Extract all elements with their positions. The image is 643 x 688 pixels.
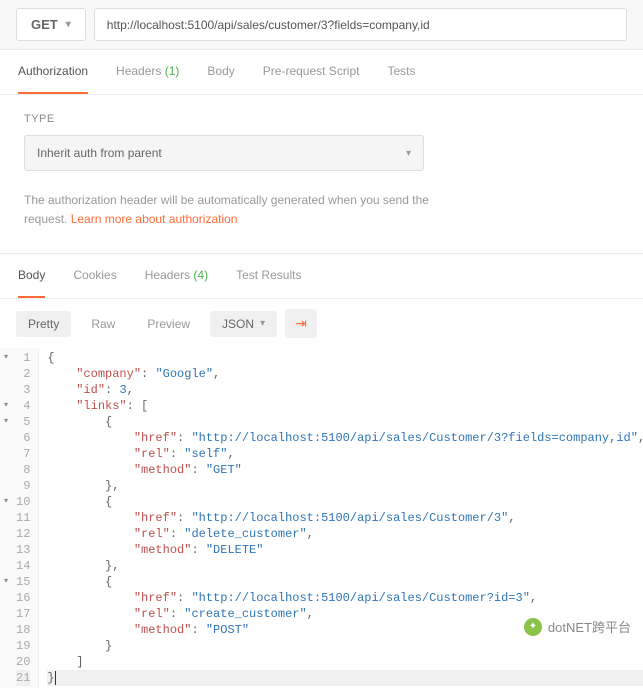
tab-body[interactable]: Body	[207, 50, 234, 94]
fold-icon[interactable]: ▾	[4, 398, 8, 414]
fold-icon[interactable]: ▾	[4, 350, 8, 366]
fold-icon[interactable]: ▾	[4, 574, 8, 590]
chevron-down-icon: ▾	[66, 19, 71, 30]
fold-icon[interactable]: ▾	[4, 414, 8, 430]
pretty-button[interactable]: Pretty	[16, 311, 71, 337]
chevron-down-icon: ▾	[260, 318, 265, 329]
auth-description: The authorization header will be automat…	[24, 191, 444, 229]
method-select[interactable]: GET ▾	[16, 8, 86, 41]
tab-authorization[interactable]: Authorization	[18, 50, 88, 94]
wrap-button[interactable]: ⇥	[285, 309, 317, 338]
request-tabs: Authorization Headers (1) Body Pre-reque…	[0, 50, 643, 95]
format-select[interactable]: JSON ▾	[210, 311, 277, 337]
response-tabs: Body Cookies Headers (4) Test Results	[0, 254, 643, 299]
raw-button[interactable]: Raw	[79, 311, 127, 337]
preview-button[interactable]: Preview	[135, 311, 202, 337]
type-label: TYPE	[24, 113, 619, 125]
auth-selected: Inherit auth from parent	[37, 146, 162, 160]
wechat-icon: ✦	[524, 618, 542, 636]
response-body[interactable]: ▾1 23 ▾4 ▾5 6789 ▾10 11121314 ▾15 161718…	[0, 348, 643, 688]
auth-learn-more-link[interactable]: Learn more about authorization	[71, 212, 238, 226]
resp-headers-count: (4)	[193, 268, 208, 282]
code-content: { "company": "Google", "id": 3, "links":…	[39, 348, 643, 688]
method-label: GET	[31, 17, 58, 32]
response-toolbar: Pretty Raw Preview JSON ▾ ⇥	[0, 299, 643, 348]
resp-tab-testresults[interactable]: Test Results	[236, 254, 301, 298]
tab-tests[interactable]: Tests	[387, 50, 415, 94]
tab-prerequest[interactable]: Pre-request Script	[263, 50, 360, 94]
resp-tab-body[interactable]: Body	[18, 254, 45, 298]
auth-type-select[interactable]: Inherit auth from parent ▾	[24, 135, 424, 171]
url-input[interactable]	[94, 8, 627, 41]
line-gutter: ▾1 23 ▾4 ▾5 6789 ▾10 11121314 ▾15 161718…	[0, 348, 39, 688]
resp-tab-cookies[interactable]: Cookies	[73, 254, 116, 298]
auth-panel: TYPE Inherit auth from parent ▾ The auth…	[0, 95, 643, 254]
headers-count: (1)	[165, 64, 180, 78]
watermark: ✦ dotNET跨平台	[524, 617, 631, 636]
tab-headers[interactable]: Headers (1)	[116, 50, 179, 94]
resp-tab-headers[interactable]: Headers (4)	[145, 254, 208, 298]
chevron-down-icon: ▾	[406, 148, 411, 159]
fold-icon[interactable]: ▾	[4, 494, 8, 510]
